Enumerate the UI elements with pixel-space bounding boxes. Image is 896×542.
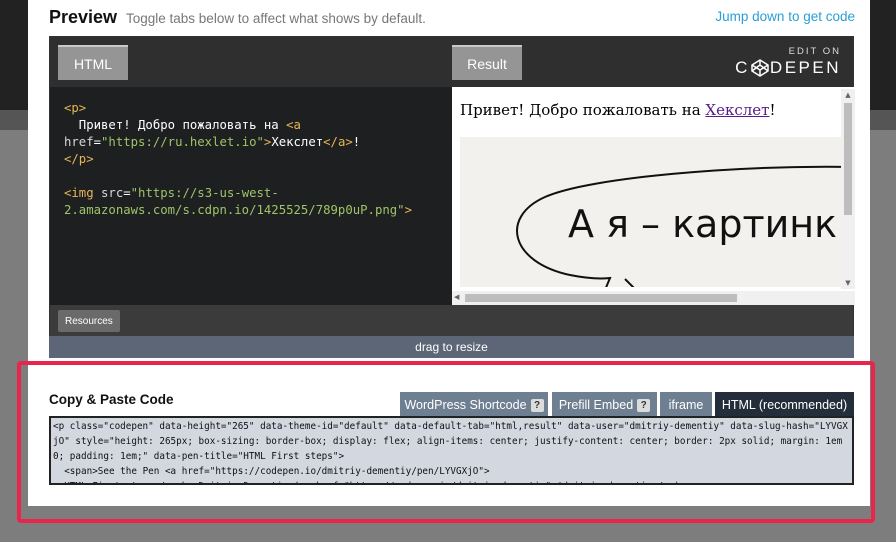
result-hexlet-link[interactable]: Хекслет xyxy=(705,101,769,119)
codepen-embed-preview: HTML Result EDIT ON C DEPEN <p> Привет! … xyxy=(49,36,855,337)
speech-bubble-drawing: А я – картинк xyxy=(516,165,842,287)
result-horizontal-scrollbar[interactable]: ◀ xyxy=(452,291,855,305)
preview-subtitle: Toggle tabs below to affect what shows b… xyxy=(126,11,426,26)
result-paragraph: Привет! Добро пожаловать на Хекслет! xyxy=(460,101,776,119)
scroll-up-arrow-icon[interactable]: ▲ xyxy=(843,90,853,100)
result-vertical-scrollbar[interactable]: ▲ ▼ xyxy=(841,89,855,289)
embed-header: HTML Result EDIT ON C DEPEN xyxy=(50,37,853,87)
codepen-logo-c: C xyxy=(735,58,750,77)
highlight-annotation-box xyxy=(17,361,875,523)
embed-footer: Resources xyxy=(50,305,853,337)
vertical-scroll-thumb[interactable] xyxy=(844,103,852,215)
code-line: </p> xyxy=(64,152,94,166)
codepen-cube-icon xyxy=(751,59,769,77)
scroll-down-arrow-icon[interactable]: ▼ xyxy=(843,278,853,288)
resources-button[interactable]: Resources xyxy=(58,310,120,332)
horizontal-scroll-thumb[interactable] xyxy=(465,294,737,302)
code-line: 2.amazonaws.com/s.cdpn.io/1425525/789p0u… xyxy=(64,203,412,217)
result-image: А я – картинк xyxy=(460,137,842,287)
codepen-logo-rest: DEPEN xyxy=(769,58,841,77)
drag-to-resize-handle[interactable]: drag to resize xyxy=(49,336,854,358)
tab-result[interactable]: Result xyxy=(452,45,522,80)
jump-to-code-link[interactable]: Jump down to get code xyxy=(715,9,855,24)
code-line: href="https://ru.hexlet.io">Хекслет</a>! xyxy=(64,135,361,149)
codepen-logo[interactable]: C DEPEN xyxy=(735,58,841,78)
edit-on-label[interactable]: EDIT ON xyxy=(789,46,841,57)
code-line: <img src="https://s3-us-west- xyxy=(64,186,279,200)
preview-title: Preview xyxy=(49,7,118,27)
code-line: Привет! Добро пожаловать на <a xyxy=(64,118,301,132)
code-line: <p> xyxy=(64,101,87,115)
tab-html[interactable]: HTML xyxy=(58,45,128,80)
result-pane[interactable]: Привет! Добро пожаловать на Хекслет! А я… xyxy=(452,87,855,305)
result-image-caption: А я – картинк xyxy=(568,202,837,246)
scroll-left-arrow-icon[interactable]: ◀ xyxy=(454,293,459,301)
html-code-pane[interactable]: <p> Привет! Добро пожаловать на <a href=… xyxy=(50,87,452,305)
